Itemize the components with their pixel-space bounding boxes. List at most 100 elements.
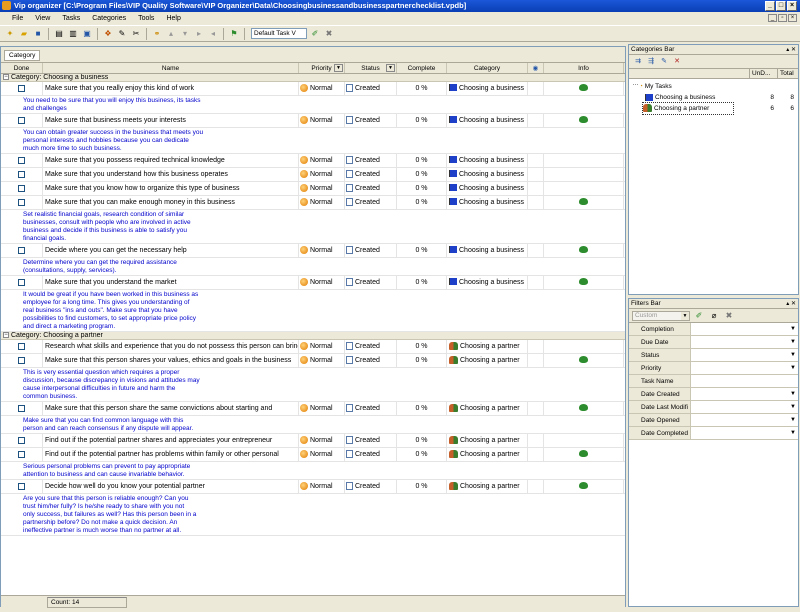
menu-help[interactable]: Help xyxy=(160,15,186,22)
col-info-header[interactable]: Info xyxy=(544,63,624,73)
filter-value[interactable]: ▼ xyxy=(691,323,798,335)
note-info-icon[interactable] xyxy=(579,116,588,124)
done-checkbox[interactable] xyxy=(18,247,25,254)
table-row[interactable]: Make sure that you really enjoy this kin… xyxy=(1,81,625,96)
table-row[interactable]: Find out if the potential partner shares… xyxy=(1,433,625,448)
note-info-icon[interactable] xyxy=(579,404,588,412)
tree-node-choosing-business[interactable]: Choosing a business 8 8 xyxy=(629,92,798,103)
table-row[interactable]: Make sure that you can make enough money… xyxy=(1,195,625,210)
menu-tasks[interactable]: Tasks xyxy=(56,15,86,22)
note-info-icon[interactable] xyxy=(579,246,588,254)
collapse-icon[interactable]: − xyxy=(3,74,9,81)
edit-icon[interactable]: ✎ xyxy=(116,28,128,40)
task-name[interactable]: Make sure that business meets your inter… xyxy=(43,113,299,128)
col-status-header[interactable]: Status ▼ xyxy=(345,63,397,73)
collapse-icon[interactable]: − xyxy=(3,332,9,339)
priority-filter-dropdown[interactable]: ▼ xyxy=(334,64,343,72)
indent-icon[interactable]: ▸ xyxy=(193,28,205,40)
done-checkbox[interactable] xyxy=(18,451,25,458)
table-row[interactable]: Make sure that business meets your inter… xyxy=(1,113,625,128)
done-checkbox[interactable] xyxy=(18,405,25,412)
done-checkbox[interactable] xyxy=(18,185,25,192)
filter-row[interactable]: Date Opened ▼ xyxy=(629,414,798,427)
note-info-icon[interactable] xyxy=(579,482,588,490)
done-checkbox[interactable] xyxy=(18,437,25,444)
menu-file[interactable]: File xyxy=(6,15,29,22)
filter-row[interactable]: Status ▼ xyxy=(629,349,798,362)
group-by-category-chip[interactable]: Category xyxy=(4,50,41,61)
chevron-down-icon[interactable]: ▼ xyxy=(790,401,796,414)
done-checkbox[interactable] xyxy=(18,199,25,206)
col-name-header[interactable]: Name xyxy=(43,63,299,73)
chevron-down-icon[interactable]: ▼ xyxy=(790,349,796,362)
table-row[interactable]: Find out if the potential partner has pr… xyxy=(1,447,625,462)
task-name[interactable]: Make sure that you possess required tech… xyxy=(43,153,299,168)
open-icon[interactable]: ▰ xyxy=(18,28,30,40)
task-name[interactable]: Find out if the potential partner shares… xyxy=(43,433,299,448)
done-checkbox[interactable] xyxy=(18,157,25,164)
link-icon[interactable]: ⚭ xyxy=(151,28,163,40)
filter-row[interactable]: Task Name xyxy=(629,375,798,388)
done-checkbox[interactable] xyxy=(18,171,25,178)
filter-row[interactable]: Due Date ▼ xyxy=(629,336,798,349)
task-name[interactable]: Decide where you can get the necessary h… xyxy=(43,243,299,258)
print-preview-icon[interactable]: ▤ xyxy=(53,28,65,40)
col-category-header[interactable]: Category xyxy=(447,63,528,73)
filter-preset-select[interactable]: Custom ▼ xyxy=(632,310,690,321)
table-row[interactable]: Research what skills and experience that… xyxy=(1,339,625,354)
filter-value[interactable]: ▼ xyxy=(691,427,798,439)
filter-row[interactable]: Date Created ▼ xyxy=(629,388,798,401)
done-checkbox[interactable] xyxy=(18,357,25,364)
task-name[interactable]: Make sure that this person share the sam… xyxy=(43,401,299,416)
done-checkbox[interactable] xyxy=(18,343,25,350)
filter-edit-icon[interactable]: ✐ xyxy=(309,28,321,40)
maximize-button[interactable]: □ xyxy=(776,1,786,11)
filter-row[interactable]: Date Last Modifi ▼ xyxy=(629,401,798,414)
done-checkbox[interactable] xyxy=(18,117,25,124)
filter-value[interactable]: ▼ xyxy=(691,349,798,361)
col-undone-header[interactable]: UnD... xyxy=(749,69,777,79)
table-row[interactable]: Make sure that you know how to organize … xyxy=(1,181,625,196)
done-checkbox[interactable] xyxy=(18,85,25,92)
task-name[interactable]: Make sure that this person shares your v… xyxy=(43,353,299,368)
tree-node-choosing-partner[interactable]: Choosing a partner 6 6 xyxy=(629,102,798,115)
done-checkbox[interactable] xyxy=(18,279,25,286)
chevron-down-icon[interactable]: ▼ xyxy=(790,336,796,349)
new-task-icon[interactable]: ✦ xyxy=(4,28,16,40)
print-icon[interactable]: ▥ xyxy=(67,28,79,40)
table-row[interactable]: Make sure that you possess required tech… xyxy=(1,153,625,168)
task-name[interactable]: Make sure that you can make enough money… xyxy=(43,195,299,210)
menu-view[interactable]: View xyxy=(29,15,56,22)
clear-filter-icon[interactable]: ⌀ xyxy=(708,310,720,322)
task-name[interactable]: Make sure that you understand the market xyxy=(43,275,299,290)
col-priority-header[interactable]: Priority ▼ xyxy=(299,63,345,73)
view-select[interactable]: Default Task V xyxy=(251,28,307,39)
table-row[interactable]: Decide how well do you know your potenti… xyxy=(1,479,625,494)
col-attachment-header[interactable]: ◉ xyxy=(528,63,544,73)
table-row[interactable]: Make sure that this person shares your v… xyxy=(1,353,625,368)
panel-pin-close-icon[interactable]: ▴ ✕ xyxy=(786,45,796,55)
task-name[interactable]: Make sure that you know how to organize … xyxy=(43,181,299,196)
tools-icon[interactable]: ✂ xyxy=(130,28,142,40)
note-info-icon[interactable] xyxy=(579,450,588,458)
outdent-icon[interactable]: ◂ xyxy=(207,28,219,40)
table-row[interactable]: Make sure that you understand the market… xyxy=(1,275,625,290)
edit-filter-icon[interactable]: ✐ xyxy=(693,310,705,322)
filter-value[interactable]: ▼ xyxy=(691,401,798,413)
chevron-down-icon[interactable]: ▼ xyxy=(790,414,796,427)
chevron-down-icon[interactable]: ▼ xyxy=(790,427,796,440)
chevron-down-icon[interactable]: ▼ xyxy=(790,362,796,375)
add-category-icon[interactable]: ⇉ xyxy=(633,57,643,67)
delete-icon[interactable]: ✖ xyxy=(323,28,335,40)
task-name[interactable]: Research what skills and experience that… xyxy=(43,339,299,354)
task-name[interactable]: Make sure that you really enjoy this kin… xyxy=(43,81,299,96)
col-done-header[interactable]: Done xyxy=(1,63,43,73)
menu-categories[interactable]: Categories xyxy=(86,15,132,22)
remove-filter-icon[interactable]: ✖ xyxy=(723,310,735,322)
mdi-restore-button[interactable]: ▫ xyxy=(778,14,787,22)
status-filter-dropdown[interactable]: ▼ xyxy=(386,64,395,72)
menu-tools[interactable]: Tools xyxy=(132,15,160,22)
done-checkbox[interactable] xyxy=(18,483,25,490)
add-subcategory-icon[interactable]: ⇶ xyxy=(646,57,656,67)
filters-panel-pin-close-icon[interactable]: ▴ ✕ xyxy=(786,299,796,309)
